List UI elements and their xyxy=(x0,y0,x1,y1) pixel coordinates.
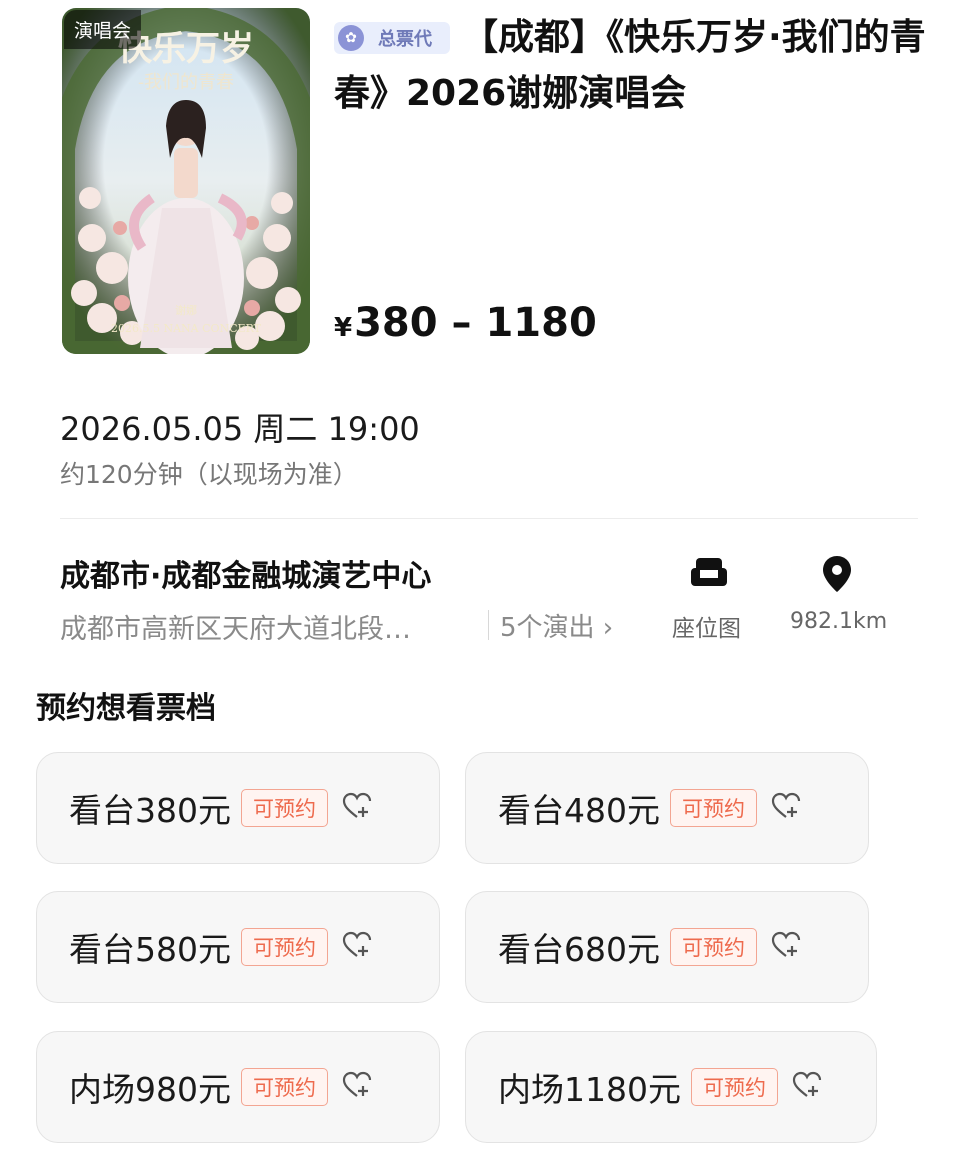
location-pin-icon[interactable] xyxy=(822,555,852,597)
heart-plus-icon[interactable] xyxy=(342,792,372,824)
event-datetime: 2026.05.05 周二 19:00 xyxy=(60,410,420,448)
seat-map-icon[interactable] xyxy=(690,556,728,594)
ticket-tier-card[interactable]: 内场980元 可预约 xyxy=(36,1031,440,1143)
ticket-tier-card[interactable]: 看台580元 可预约 xyxy=(36,891,440,1003)
ticket-tier-card[interactable]: 看台380元 可预约 xyxy=(36,752,440,864)
status-badge: 可预约 xyxy=(241,1068,328,1106)
poster-image: 快乐万岁 -我们的青春 谢娜 2026.5.5 NANA CONCERT xyxy=(62,8,310,354)
event-duration: 约120分钟（以现场为准） xyxy=(60,460,358,489)
poster-concert-line: 2026.5.5 NANA CONCERT xyxy=(111,322,262,335)
tier-name: 看台580元 xyxy=(69,930,231,969)
price-range: ¥380 – 1180 xyxy=(334,300,597,346)
tier-name: 看台480元 xyxy=(498,791,660,830)
agent-badge-label: 总票代 xyxy=(378,29,432,50)
ticket-tier-card[interactable]: 看台480元 可预约 xyxy=(465,752,869,864)
heart-plus-icon[interactable] xyxy=(771,792,801,824)
status-badge: 可预约 xyxy=(690,1068,778,1106)
tier-name: 看台380元 xyxy=(69,791,231,830)
status-badge: 可预约 xyxy=(670,789,757,827)
heart-plus-icon[interactable] xyxy=(771,931,801,963)
poster-artist: 谢娜 xyxy=(175,303,197,317)
price-range-value: 380 – 1180 xyxy=(354,300,597,346)
venue-shows-link[interactable]: 5个演出 › xyxy=(500,607,613,644)
event-poster[interactable]: 快乐万岁 -我们的青春 谢娜 2026.5.5 NANA CONCERT xyxy=(62,8,310,354)
tier-name: 内场980元 xyxy=(69,1070,231,1109)
tier-name: 看台680元 xyxy=(498,930,660,969)
seat-map-label[interactable]: 座位图 xyxy=(672,609,741,643)
agent-badge: ✿ 总票代 xyxy=(334,22,450,54)
status-badge: 可预约 xyxy=(241,789,328,827)
divider xyxy=(488,610,489,640)
category-tag: 演唱会 xyxy=(64,10,142,49)
event-header: 快乐万岁 -我们的青春 谢娜 2026.5.5 NANA CONCERT 演唱会… xyxy=(0,0,960,645)
reservation-title: 预约想看票档 xyxy=(36,691,216,726)
distance-label: 982.1km xyxy=(790,609,888,634)
status-badge: 可预约 xyxy=(241,928,328,966)
ticket-tier-card[interactable]: 内场1180元 可预约 xyxy=(465,1031,877,1143)
currency-symbol: ¥ xyxy=(334,313,353,343)
heart-plus-icon[interactable] xyxy=(342,1071,372,1103)
status-badge: 可预约 xyxy=(670,928,757,966)
tier-name: 内场1180元 xyxy=(498,1070,681,1109)
poster-subtitle: -我们的青春 xyxy=(138,72,234,93)
heart-plus-icon[interactable] xyxy=(342,931,372,963)
divider xyxy=(60,518,918,519)
venue-name[interactable]: 成都市·成都金融城演艺中心 xyxy=(60,551,431,595)
agent-logo-icon: ✿ xyxy=(338,25,364,51)
ticket-tier-card[interactable]: 看台680元 可预约 xyxy=(465,891,869,1003)
heart-plus-icon[interactable] xyxy=(792,1071,822,1103)
